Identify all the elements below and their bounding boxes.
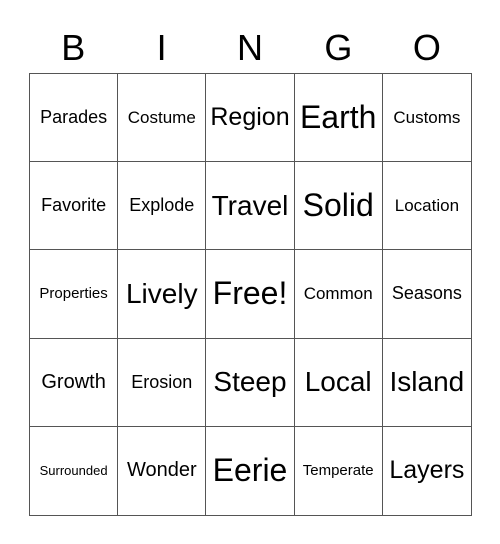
bingo-cell[interactable]: Local: [294, 338, 383, 427]
bingo-cell[interactable]: Favorite: [30, 162, 119, 251]
bingo-cell[interactable]: Costume: [118, 74, 207, 163]
header-letter-n: N: [237, 27, 264, 68]
bingo-cell[interactable]: Eerie: [206, 426, 295, 515]
bingo-cell[interactable]: Temperate: [295, 426, 383, 515]
bingo-cell[interactable]: Explode: [118, 162, 207, 251]
bingo-cell[interactable]: Region: [206, 74, 295, 163]
bingo-cell[interactable]: Customs: [382, 74, 471, 163]
header-letter-g: G: [324, 27, 353, 68]
header-letter-b: B: [61, 27, 86, 68]
bingo-cell[interactable]: Solid: [294, 162, 383, 251]
bingo-header: B I N G O: [29, 24, 471, 72]
bingo-cell[interactable]: Island: [382, 339, 471, 427]
bingo-cell[interactable]: Layers: [383, 427, 471, 515]
bingo-cell[interactable]: Common: [294, 250, 383, 339]
bingo-cell[interactable]: Lively: [118, 250, 207, 339]
bingo-cell[interactable]: Erosion: [118, 338, 207, 427]
bingo-cell[interactable]: Seasons: [382, 250, 471, 339]
bingo-cell[interactable]: Surrounded: [30, 426, 119, 515]
header-letter-o: O: [412, 27, 441, 68]
bingo-cell[interactable]: Earth: [294, 74, 383, 163]
header-letter-i: I: [156, 27, 167, 68]
bingo-cell[interactable]: Travel: [206, 162, 295, 251]
free-space[interactable]: Free!: [206, 250, 295, 339]
bingo-cell[interactable]: Properties: [30, 250, 119, 339]
bingo-grid: Parades Costume Region Earth Customs Fav…: [29, 73, 472, 516]
bingo-cell[interactable]: Steep: [206, 338, 295, 427]
bingo-cell[interactable]: Wonder: [118, 426, 207, 515]
bingo-cell[interactable]: Location: [382, 162, 471, 251]
bingo-cell[interactable]: Parades: [30, 74, 119, 163]
bingo-cell[interactable]: Growth: [30, 338, 119, 427]
